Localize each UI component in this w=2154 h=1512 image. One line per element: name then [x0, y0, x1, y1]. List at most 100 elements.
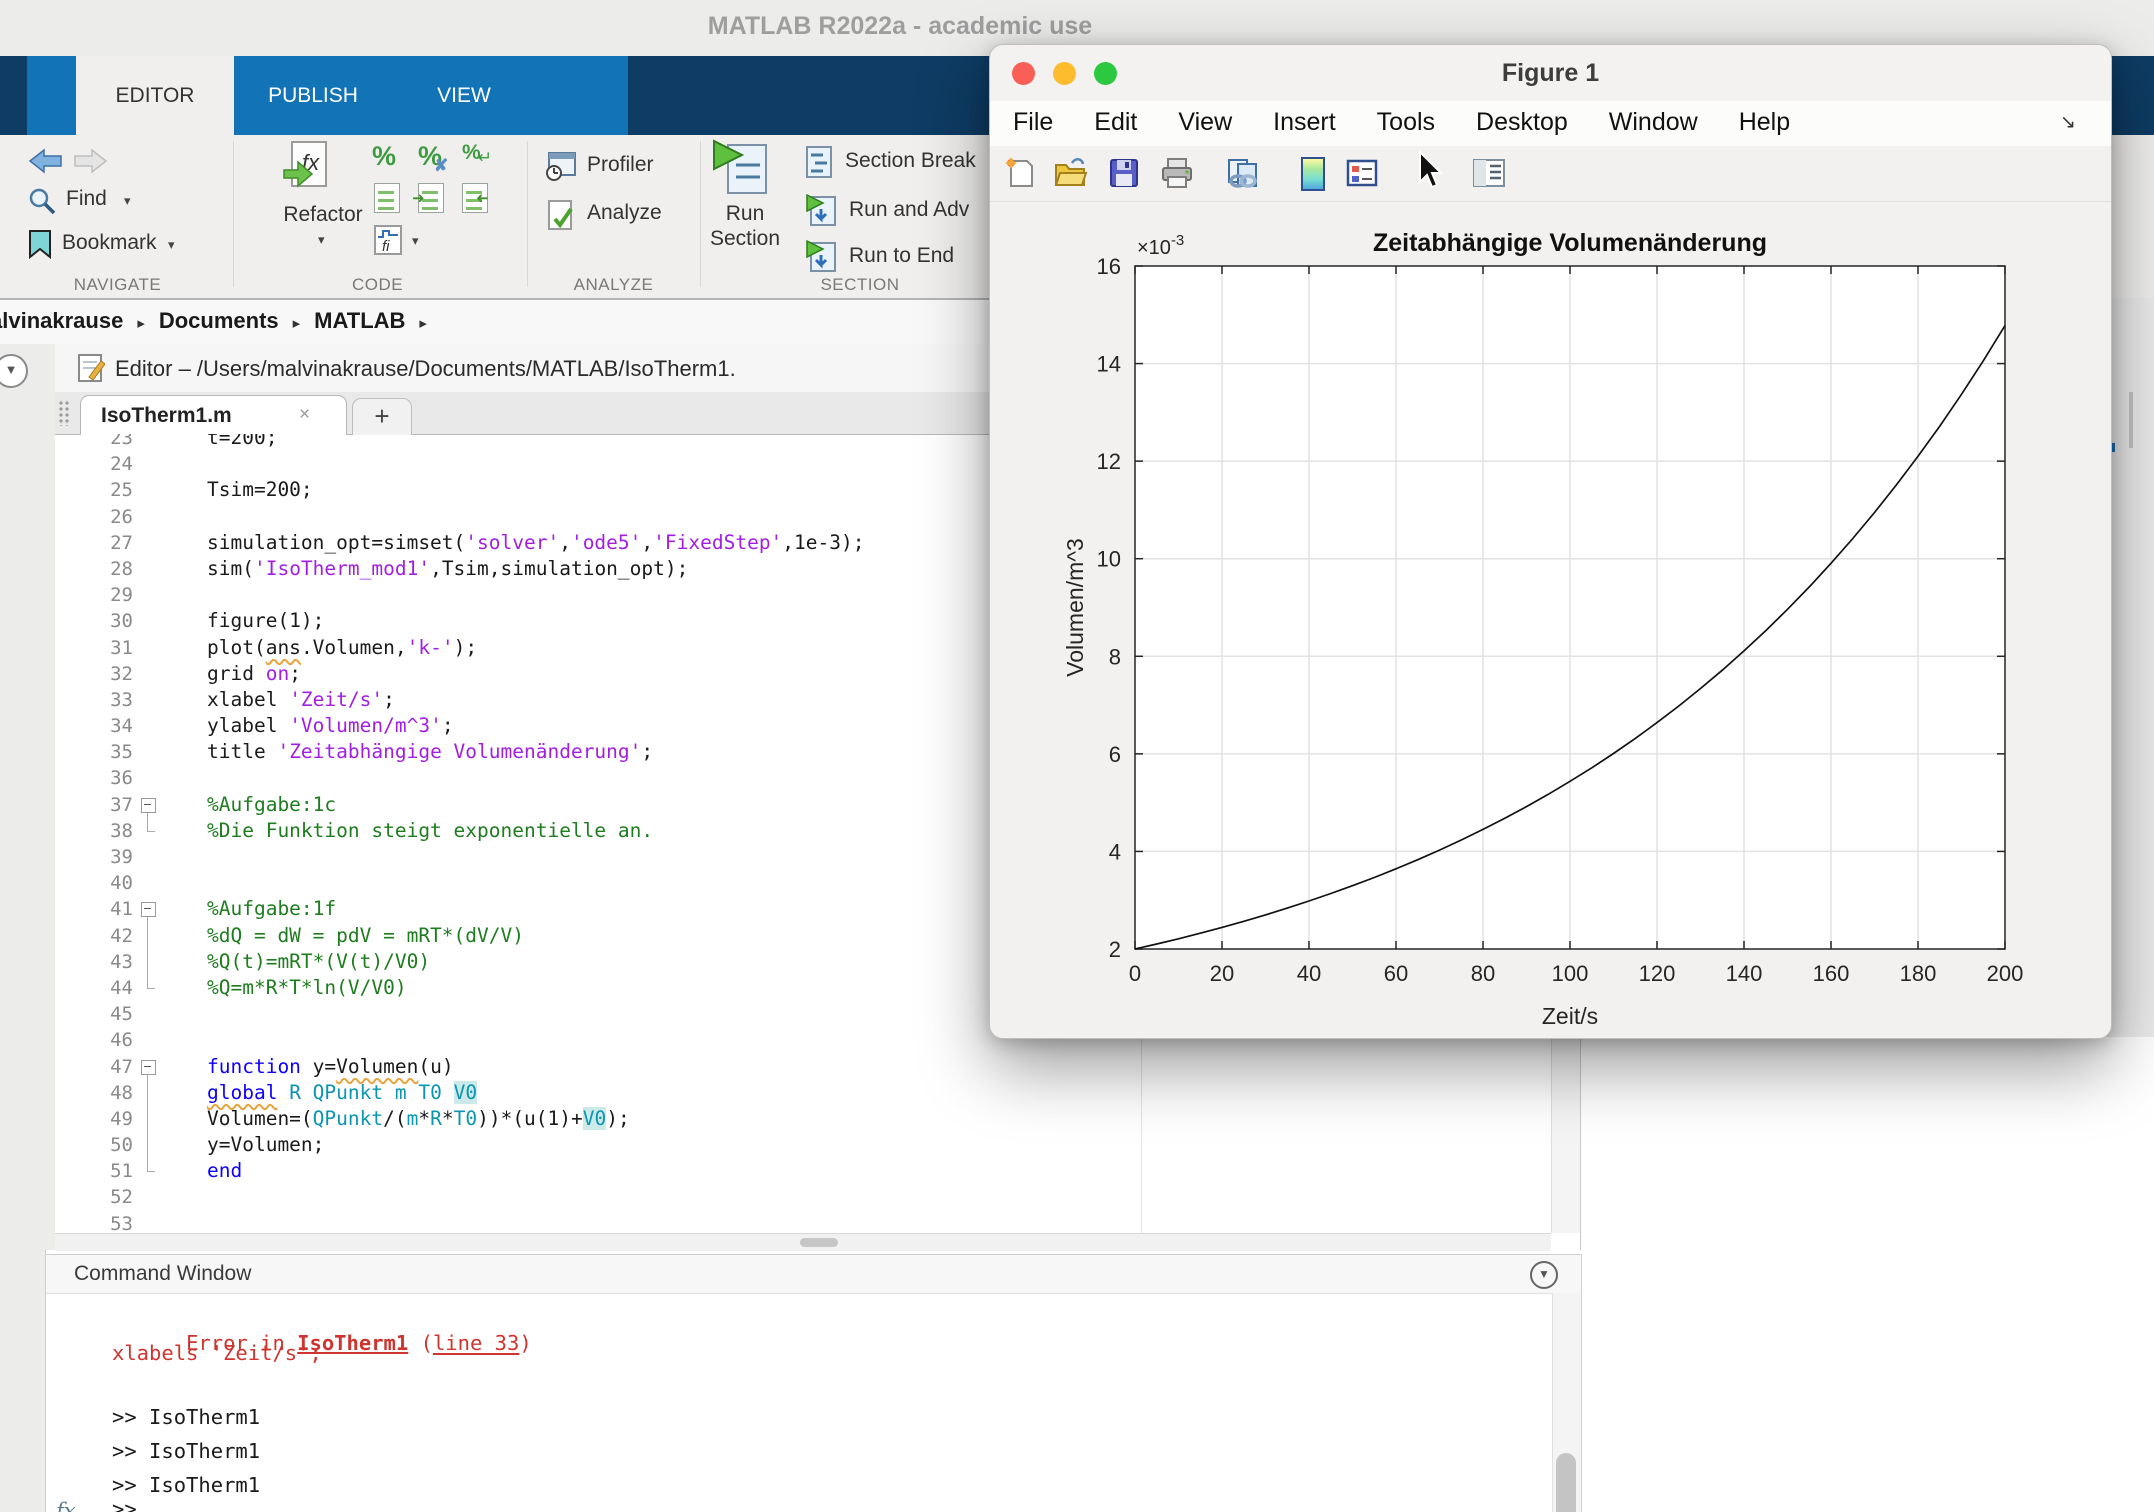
breadcrumb-separator-icon: ▸	[293, 315, 301, 332]
run-to-end-icon	[805, 239, 839, 275]
fold-gutter	[133, 739, 169, 765]
vertical-scrollbar[interactable]	[1552, 1293, 1581, 1512]
code-line[interactable]: 52	[55, 1184, 1551, 1210]
fixed-point-button[interactable]: fi ▾	[374, 223, 404, 262]
property-inspector-icon[interactable]	[1472, 157, 1504, 189]
tab-view[interactable]: VIEW	[392, 56, 536, 135]
editor-title: Editor – /Users/malvinakrause/Documents/…	[115, 356, 995, 382]
file-tab[interactable]: IsoTherm1.m ×	[80, 395, 347, 435]
svg-text:6: 6	[1109, 742, 1121, 767]
code-line[interactable]: 51end	[55, 1158, 1551, 1184]
insert-legend-icon[interactable]	[1346, 157, 1378, 189]
open-file-icon[interactable]	[1054, 157, 1086, 189]
group-label-code: CODE	[280, 275, 475, 295]
command-prompt[interactable]: >>	[112, 1497, 137, 1512]
figure-menu-help[interactable]: Help	[1739, 108, 1790, 137]
line-number: 27	[55, 530, 133, 556]
breadcrumb-segment[interactable]: Documents	[159, 308, 279, 333]
figure-menu-edit[interactable]: Edit	[1094, 108, 1137, 137]
panel-menu-icon[interactable]: ▼	[1530, 1261, 1558, 1289]
insert-colorbar-icon[interactable]	[1296, 157, 1328, 189]
command-window-header: Command Window ▼	[46, 1255, 1581, 1294]
figure-menu-view[interactable]: View	[1178, 108, 1232, 137]
code-fold-icon[interactable]	[133, 896, 169, 922]
back-arrow-icon	[28, 147, 64, 175]
breadcrumb-segment[interactable]: alvinakrause	[0, 308, 123, 333]
forward-button[interactable]	[72, 147, 108, 180]
breadcrumb-segment[interactable]: MATLAB	[314, 308, 405, 333]
figure-menu-file[interactable]: File	[1013, 108, 1053, 137]
new-tab-button[interactable]: +	[352, 398, 412, 435]
code-line[interactable]: 53	[55, 1211, 1551, 1233]
fold-gutter	[133, 1001, 169, 1027]
horizontal-scrollbar[interactable]	[55, 1233, 1551, 1251]
analyze-button[interactable]: Analyze	[545, 199, 577, 236]
scrollbar-thumb[interactable]	[2129, 392, 2133, 448]
svg-text:80: 80	[1471, 961, 1495, 986]
scrollbar-thumb[interactable]	[800, 1238, 838, 1247]
history-line: >> IsoTherm1	[112, 1439, 260, 1463]
forward-arrow-icon	[72, 147, 108, 175]
wrap-comments-button[interactable]: %↵	[462, 141, 495, 165]
fold-gutter	[133, 713, 169, 739]
indent-left-button[interactable]: ➜	[462, 183, 488, 213]
svg-text:8: 8	[1109, 644, 1121, 669]
line-number: 25	[55, 477, 133, 503]
back-button[interactable]	[28, 147, 64, 180]
error-line-link[interactable]: line 33	[433, 1331, 519, 1355]
run-to-end-button[interactable]: Run to End	[805, 239, 839, 280]
code-line[interactable]: 47function y=Volumen(u)	[55, 1054, 1551, 1080]
figure-menu-window[interactable]: Window	[1609, 108, 1698, 137]
figure-menu-tools[interactable]: Tools	[1377, 108, 1435, 137]
fold-gutter	[133, 1158, 169, 1184]
dock-figure-icon[interactable]: ↘	[2060, 111, 2076, 134]
run-and-advance-button[interactable]: Run and Adv	[805, 193, 839, 234]
comment-button[interactable]: %	[372, 141, 396, 172]
smart-indent-button[interactable]	[374, 183, 400, 213]
print-icon[interactable]	[1160, 157, 1192, 189]
new-document-icon[interactable]	[1003, 157, 1035, 189]
refactor-button[interactable]: fx Refactor ▾	[282, 140, 328, 205]
uncomment-button[interactable]: %✘	[418, 141, 456, 172]
code-line[interactable]: 50y=Volumen;	[55, 1132, 1551, 1158]
fold-gutter	[133, 687, 169, 713]
figure-menu-desktop[interactable]: Desktop	[1476, 108, 1568, 137]
figure-window[interactable]: Figure 1 File Edit View Insert Tools Desktop W…	[989, 44, 2112, 1039]
mouse-cursor	[1416, 150, 1448, 192]
breadcrumb-separator-icon: ▸	[419, 315, 427, 332]
command-window: Command Window ▼ Error in IsoTherm1 (lin…	[45, 1254, 1582, 1512]
fold-gutter	[133, 923, 169, 949]
tab-publish[interactable]: PUBLISH	[234, 56, 392, 135]
fold-gutter	[133, 1027, 169, 1053]
section-break-icon	[805, 145, 835, 179]
scrollbar-thumb[interactable]	[1556, 1453, 1576, 1512]
find-button[interactable]: Find ▾	[28, 187, 56, 220]
tab-editor[interactable]: EDITOR	[76, 56, 234, 135]
close-icon[interactable]: ×	[299, 404, 310, 426]
figure-title-bar[interactable]: Figure 1	[990, 45, 2111, 102]
figure-menu-bar: File Edit View Insert Tools Desktop Window Help…	[990, 101, 2111, 147]
link-plot-icon[interactable]	[1226, 157, 1258, 189]
svg-text:0: 0	[1129, 961, 1141, 986]
plot-axes[interactable]: 020406080100120140160180200246810121416×…	[990, 201, 2111, 1037]
bookmark-button[interactable]: Bookmark ▾	[28, 229, 52, 264]
code-line[interactable]: 49Volumen=(QPunkt/(m*R*T0))*(u(1)+V0);	[55, 1106, 1551, 1132]
svg-text:12: 12	[1097, 449, 1121, 474]
run-section-button[interactable]: Run Section	[712, 139, 768, 204]
indent-right-button[interactable]: ➜	[418, 183, 444, 213]
drag-handle[interactable]	[58, 400, 70, 426]
code-fold-icon[interactable]	[133, 1054, 169, 1080]
svg-text:120: 120	[1639, 961, 1676, 986]
figure-menu-insert[interactable]: Insert	[1273, 108, 1336, 137]
group-label-section: SECTION	[740, 275, 980, 295]
profiler-button[interactable]: Profiler	[545, 151, 577, 188]
section-break-button[interactable]: Section Break	[805, 145, 835, 184]
bookmark-icon	[28, 229, 52, 259]
save-icon[interactable]	[1108, 157, 1140, 189]
line-number: 37	[55, 792, 133, 818]
svg-text:160: 160	[1813, 961, 1850, 986]
code-line[interactable]: 48global R QPunkt m T0 V0	[55, 1080, 1551, 1106]
line-number: 38	[55, 818, 133, 844]
code-fold-icon[interactable]	[133, 792, 169, 818]
chevron-down-icon: ▾	[412, 233, 419, 249]
